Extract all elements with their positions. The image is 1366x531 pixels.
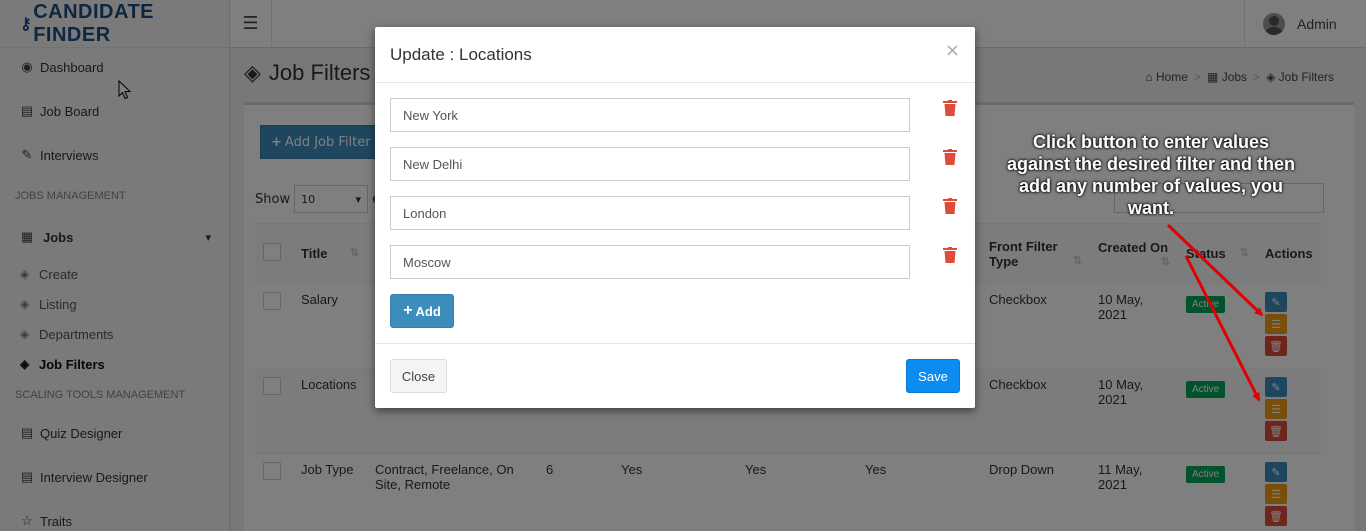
close-button[interactable]: Close [390,359,447,393]
update-locations-modal: Update : Locations × + Add Close Save [375,27,975,408]
modal-footer: Close Save [375,343,975,408]
add-location-label: Add [415,303,441,319]
location-input[interactable] [390,245,910,279]
location-row [390,196,960,230]
location-input[interactable] [390,98,910,132]
modal-body: + Add [375,83,975,343]
trash-icon[interactable] [943,100,957,116]
location-row [390,245,960,279]
location-input[interactable] [390,196,910,230]
close-icon[interactable]: × [945,40,960,61]
save-button[interactable]: Save [906,359,960,393]
location-input[interactable] [390,147,910,181]
trash-icon[interactable] [943,149,957,165]
modal-title: Update : Locations [390,44,532,64]
modal-header: Update : Locations × [375,27,975,83]
location-row [390,98,960,132]
trash-icon[interactable] [943,247,957,263]
tutorial-annotation: Click button to enter values against the… [1006,132,1296,218]
trash-icon[interactable] [943,198,957,214]
location-row [390,147,960,181]
plus-icon: + [403,302,413,319]
add-location-button[interactable]: + Add [390,294,454,328]
